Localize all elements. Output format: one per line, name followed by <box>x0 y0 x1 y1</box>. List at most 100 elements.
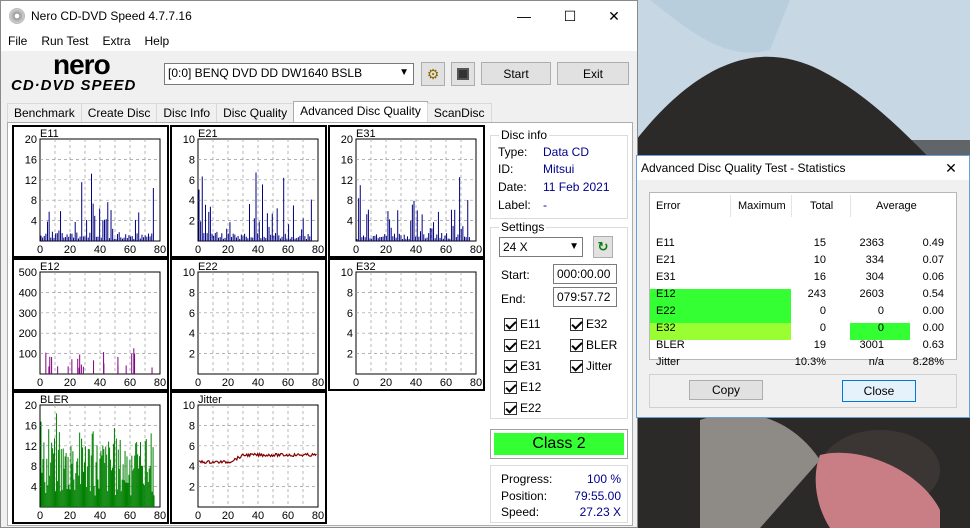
y-tick-label: 300 <box>19 308 37 320</box>
y-tick-label: 8 <box>189 287 195 299</box>
table-cell: 15 <box>813 237 826 249</box>
chart-label: E22 <box>198 261 218 273</box>
table-cell: 0 <box>877 305 884 317</box>
table-cell: n/a <box>868 356 884 368</box>
table-cell: 0.07 <box>922 254 944 266</box>
nero-logo: nero CD·DVD SPEED <box>11 49 161 97</box>
start-button[interactable]: Start <box>481 62 551 85</box>
dialog-title: Advanced Disc Quality Test - Statistics <box>641 161 846 175</box>
y-tick-label: 6 <box>189 175 195 187</box>
checkbox-bler[interactable]: BLER <box>570 338 617 352</box>
save-button[interactable] <box>451 62 475 86</box>
chart-label: BLER <box>40 394 69 406</box>
refresh-speed-button[interactable]: ↻ <box>593 236 613 258</box>
progress-group: Progress: 100 % Position: 79:55.00 Speed… <box>490 465 628 523</box>
checkbox-e32[interactable]: E32 <box>570 317 607 331</box>
x-tick-label: 80 <box>312 244 324 256</box>
y-tick-label: 10 <box>183 400 195 412</box>
x-tick-label: 20 <box>64 244 76 256</box>
table-cell: 0.49 <box>922 237 944 249</box>
x-tick-label: 0 <box>353 244 359 256</box>
y-tick-label: 4 <box>347 328 353 340</box>
column-header: Maximum <box>738 200 786 212</box>
date-label: Date: <box>498 180 527 194</box>
checkbox-e31[interactable]: E31 <box>504 359 541 373</box>
table-cell: 2603 <box>859 288 884 300</box>
id-label: ID: <box>498 162 514 176</box>
tab-disc-info[interactable]: Disc Info <box>156 103 218 123</box>
y-tick-label: 8 <box>31 461 37 473</box>
dialog-close-icon[interactable]: ✕ <box>933 156 969 180</box>
menu-help[interactable]: Help <box>138 31 177 51</box>
table-row: E32 0 0 0.00 <box>650 320 956 337</box>
table-cell: 304 <box>865 271 884 283</box>
check-icon <box>570 359 583 373</box>
table-cell: 16 <box>813 271 826 283</box>
table-cell: BLER <box>656 339 685 351</box>
chart-e22: 10 8 6 4 2 0 20 40 60 80 E22 <box>170 258 327 391</box>
table-cell: 3001 <box>859 339 884 351</box>
table-cell: 0.06 <box>922 271 944 283</box>
y-tick-label: 4 <box>189 328 195 340</box>
tab-scandisc[interactable]: ScanDisc <box>426 103 492 123</box>
checkbox-e21[interactable]: E21 <box>504 338 541 352</box>
speed-label: Speed: <box>501 505 540 519</box>
tab-advanced-disc-quality[interactable]: Advanced Disc Quality <box>293 101 428 123</box>
copy-button[interactable]: Copy <box>689 380 763 400</box>
checkbox-e12[interactable]: E12 <box>504 380 541 394</box>
table-cell: 0.63 <box>922 339 944 351</box>
exit-button[interactable]: Exit <box>557 62 629 85</box>
minimize-button[interactable]: — <box>501 1 547 31</box>
end-label: End: <box>501 292 526 306</box>
menu-file[interactable]: File <box>1 31 34 51</box>
checkbox-e22[interactable]: E22 <box>504 401 541 415</box>
eject-button[interactable]: ⚙ <box>421 62 445 86</box>
end-input[interactable]: 079:57.72 <box>553 287 617 307</box>
menu-extra[interactable]: Extra <box>95 31 137 51</box>
chart-e31: 20 16 12 8 4 0 20 40 60 80 E31 <box>328 125 485 258</box>
table-header: Error Maximum Total Average <box>650 198 956 215</box>
y-tick-label: 4 <box>189 461 195 473</box>
x-tick-label: 80 <box>470 244 482 256</box>
menu-run-test[interactable]: Run Test <box>34 31 95 51</box>
x-tick-label: 60 <box>124 244 136 256</box>
tab-disc-quality[interactable]: Disc Quality <box>216 103 295 123</box>
progress-label: Progress: <box>501 472 553 486</box>
chevron-down-icon: ▼ <box>569 241 579 252</box>
chart-label: E32 <box>356 261 376 273</box>
refresh-icon: ↻ <box>597 239 609 254</box>
checkbox-e11[interactable]: E11 <box>504 317 540 331</box>
y-tick-label: 10 <box>183 267 195 279</box>
checkbox-jitter[interactable]: Jitter <box>570 359 612 373</box>
drive-select[interactable]: [0:0] BENQ DVD DD DW1640 BSLB ▼ <box>164 63 414 85</box>
x-tick-label: 80 <box>154 377 166 389</box>
type-value: Data CD <box>543 145 590 159</box>
chart-label: Jitter <box>198 394 222 406</box>
check-icon <box>570 338 583 352</box>
chart-bler: 20 16 12 8 4 0 20 40 60 80 BLER <box>12 391 169 524</box>
start-input[interactable]: 000:00.00 <box>553 264 617 284</box>
position-label: Position: <box>501 489 548 503</box>
close-button[interactable]: Close <box>842 380 916 402</box>
y-tick-label: 10 <box>183 134 195 146</box>
close-icon[interactable]: ✕ <box>591 1 637 31</box>
tab-benchmark[interactable]: Benchmark <box>7 103 82 123</box>
statistics-dialog: Advanced Disc Quality Test - Statistics … <box>636 155 970 418</box>
maximize-button[interactable]: ☐ <box>547 1 593 31</box>
id-value: Mitsui <box>543 162 575 176</box>
checkbox-label: E11 <box>520 317 541 331</box>
column-header: Error <box>656 200 681 212</box>
x-tick-label: 0 <box>37 377 43 389</box>
chevron-down-icon: ▼ <box>399 67 409 78</box>
speed-select[interactable]: 24 X ▼ <box>499 237 583 257</box>
chart-label: E31 <box>356 128 376 140</box>
tab-create-disc[interactable]: Create Disc <box>80 103 158 123</box>
check-icon <box>504 401 517 415</box>
y-tick-label: 100 <box>19 349 37 361</box>
y-tick-label: 6 <box>189 441 195 453</box>
x-tick-label: 0 <box>37 510 43 522</box>
disc-label-value: - <box>543 198 547 212</box>
drive-select-value: [0:0] BENQ DVD DD DW1640 BSLB <box>168 66 363 80</box>
table-row: E11 15 2363 0.49 <box>650 235 956 252</box>
y-tick-label: 4 <box>347 216 353 228</box>
